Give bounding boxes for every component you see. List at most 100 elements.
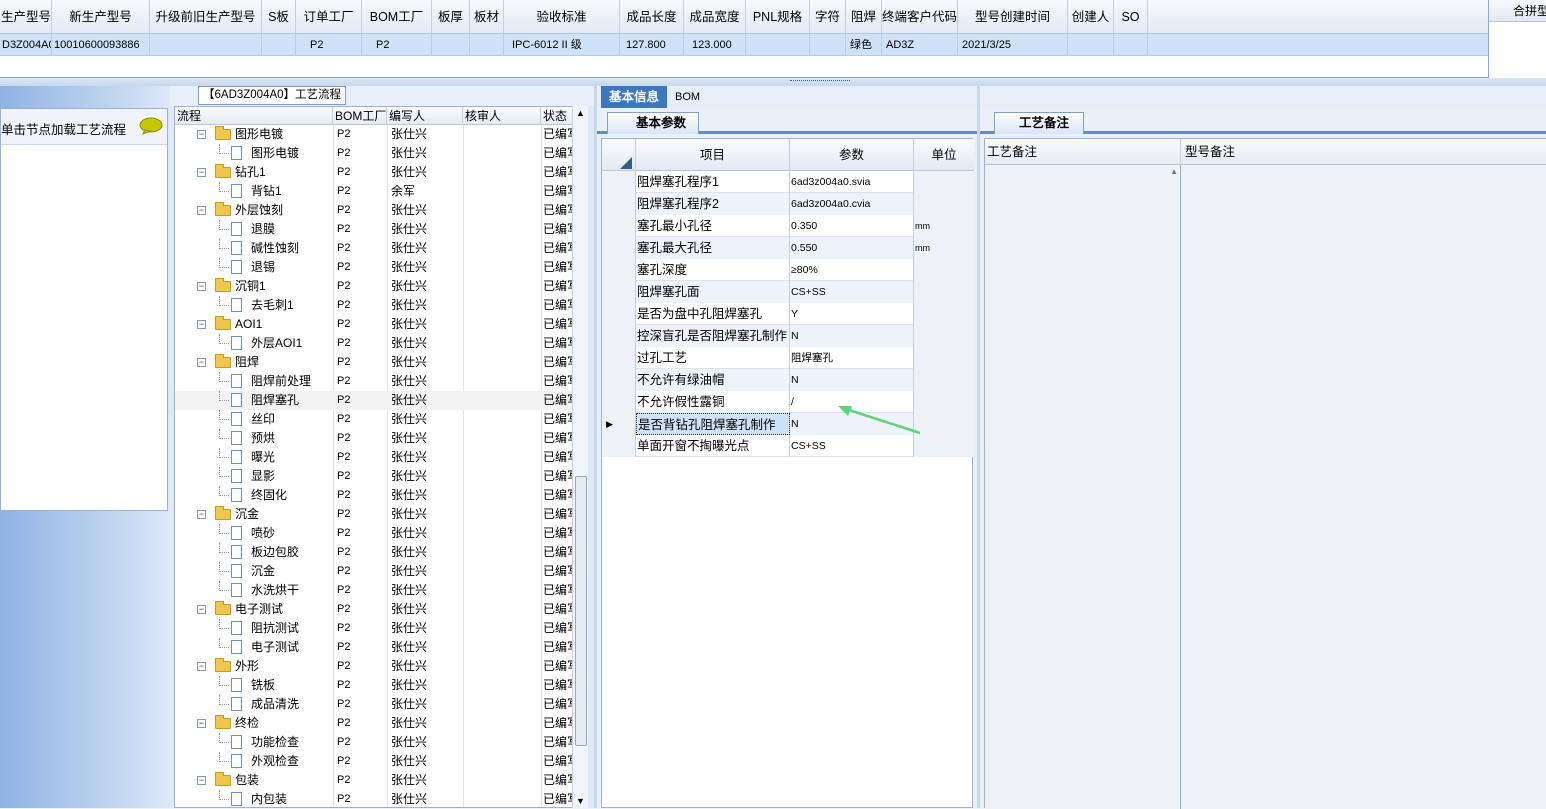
- param-value[interactable]: 0.550: [790, 237, 914, 259]
- collapse-icon[interactable]: −: [197, 662, 206, 671]
- col-header-unit[interactable]: 单位: [914, 139, 974, 171]
- table-cell[interactable]: [810, 34, 846, 56]
- table-cell[interactable]: P2: [296, 34, 362, 56]
- flow-tree-node[interactable]: 沉金 P2 张仕兴 已编写: [175, 562, 573, 581]
- col-header[interactable]: 升级前旧生产型号: [150, 0, 262, 34]
- flow-tree-node[interactable]: 终固化 P2 张仕兴 已编写: [175, 486, 573, 505]
- flow-tree-node[interactable]: 电子测试 P2 张仕兴 已编写: [175, 638, 573, 657]
- collapse-icon[interactable]: −: [197, 605, 206, 614]
- flow-tree-node[interactable]: − 沉铜1 P2 张仕兴 已编写: [175, 277, 573, 296]
- flow-tree-node[interactable]: − 包装 P2 张仕兴 已编写: [175, 771, 573, 790]
- tab-process-notes[interactable]: 工艺备注: [994, 112, 1085, 134]
- table-cell[interactable]: [432, 34, 470, 56]
- param-row[interactable]: 过孔工艺 阻焊塞孔: [602, 347, 974, 369]
- collapse-icon[interactable]: −: [197, 510, 206, 519]
- tab-basic-params[interactable]: 基本参数: [607, 112, 700, 134]
- tab-basic-info[interactable]: 基本信息: [601, 86, 668, 108]
- param-value[interactable]: N: [790, 369, 914, 391]
- flow-tree-node[interactable]: 预烘 P2 张仕兴 已编写: [175, 429, 573, 448]
- param-value[interactable]: 0.350: [790, 215, 914, 237]
- row-indicator[interactable]: ▶: [602, 413, 636, 435]
- table-cell[interactable]: 2021/3/25: [958, 34, 1068, 56]
- flow-tree-node[interactable]: 阻抗测试 P2 张仕兴 已编写: [175, 619, 573, 638]
- row-indicator[interactable]: [602, 193, 636, 215]
- col-header-item[interactable]: 项目: [636, 139, 790, 171]
- row-indicator[interactable]: [602, 259, 636, 281]
- scroll-up-icon[interactable]: ▲: [1170, 167, 1178, 176]
- row-indicator[interactable]: [602, 435, 636, 457]
- row-indicator[interactable]: [602, 215, 636, 237]
- table-row[interactable]: D3Z004A0 10010600093886 P2 P2 IPC-6012 II 级1…: [0, 34, 1488, 56]
- param-row[interactable]: 是否为盘中孔阻焊塞孔 Y: [602, 303, 974, 325]
- collapse-icon[interactable]: −: [197, 130, 206, 139]
- table-cell[interactable]: [470, 34, 504, 56]
- collapse-icon[interactable]: −: [197, 168, 206, 177]
- row-indicator[interactable]: [602, 325, 636, 347]
- table-cell[interactable]: D3Z004A0: [0, 34, 52, 56]
- col-header-reviewer[interactable]: 核审人: [463, 107, 541, 125]
- col-header[interactable]: PNL规格: [746, 0, 810, 34]
- col-header[interactable]: 成品宽度: [684, 0, 746, 34]
- param-row[interactable]: 塞孔最小孔径 0.350 mm: [602, 215, 974, 237]
- flow-tree-node[interactable]: 板边包胶 P2 张仕兴 已编写: [175, 543, 573, 562]
- col-header[interactable]: S板: [262, 0, 296, 34]
- collapse-icon[interactable]: −: [197, 206, 206, 215]
- collapse-icon[interactable]: −: [197, 282, 206, 291]
- param-row[interactable]: 塞孔最大孔径 0.550 mm: [602, 237, 974, 259]
- param-value[interactable]: N: [790, 325, 914, 347]
- param-value[interactable]: ≥80%: [790, 259, 914, 281]
- col-header[interactable]: 阻焊: [846, 0, 882, 34]
- flow-tree-node[interactable]: 外观检查 P2 张仕兴 已编写: [175, 752, 573, 771]
- scroll-up-icon[interactable]: ▲: [576, 108, 585, 118]
- param-row[interactable]: 阻焊塞孔程序2 6ad3z004a0.cvia: [602, 193, 974, 215]
- table-cell[interactable]: 123.000: [684, 34, 746, 56]
- flow-tree-node[interactable]: 去毛刺1 P2 张仕兴 已编写: [175, 296, 573, 315]
- table-cell[interactable]: [262, 34, 296, 56]
- param-value[interactable]: Y: [790, 303, 914, 325]
- table-cell[interactable]: [1068, 34, 1114, 56]
- param-row[interactable]: 不允许有绿油帽 N: [602, 369, 974, 391]
- flow-tree-node[interactable]: 曝光 P2 张仕兴 已编写: [175, 448, 573, 467]
- flow-tree-node[interactable]: 喷砂 P2 张仕兴 已编写: [175, 524, 573, 543]
- param-value[interactable]: 6ad3z004a0.cvia: [790, 193, 914, 215]
- row-indicator[interactable]: [602, 347, 636, 369]
- row-indicator[interactable]: [602, 391, 636, 413]
- param-value[interactable]: 阻焊塞孔: [790, 347, 914, 369]
- collapse-icon[interactable]: −: [197, 320, 206, 329]
- model-notes-field[interactable]: [1181, 165, 1546, 809]
- param-value[interactable]: 6ad3z004a0.svia: [790, 171, 914, 193]
- flow-tree-node[interactable]: 丝印 P2 张仕兴 已编写: [175, 410, 573, 429]
- col-header[interactable]: 终端客户代码: [882, 0, 958, 34]
- flow-tree-node[interactable]: − 阻焊 P2 张仕兴 已编写: [175, 353, 573, 372]
- speech-bubble-icon[interactable]: [139, 117, 163, 135]
- col-header[interactable]: 订单工厂: [296, 0, 362, 34]
- col-header-model-notes[interactable]: 型号备注: [1183, 139, 1546, 165]
- flow-tree-node[interactable]: 阻焊塞孔 P2 张仕兴 已编写: [175, 391, 573, 410]
- col-header-flow[interactable]: 流程: [175, 107, 333, 125]
- row-indicator[interactable]: [602, 171, 636, 193]
- collapse-icon[interactable]: −: [197, 776, 206, 785]
- row-indicator[interactable]: [602, 303, 636, 325]
- flow-tree-node[interactable]: − 电子测试 P2 张仕兴 已编写: [175, 600, 573, 619]
- flow-scrollbar[interactable]: ▲ ▼: [572, 106, 588, 808]
- param-row[interactable]: 控深盲孔是否阻焊塞孔制作 N: [602, 325, 974, 347]
- flow-tree-node[interactable]: 退膜 P2 张仕兴 已编写: [175, 220, 573, 239]
- col-header[interactable]: 生产型号: [0, 0, 52, 34]
- param-row[interactable]: 阻焊塞孔程序1 6ad3z004a0.svia: [602, 171, 974, 193]
- col-header-status[interactable]: 状态: [541, 107, 573, 125]
- table-cell[interactable]: [1114, 34, 1148, 56]
- table-cell[interactable]: AD3Z: [882, 34, 958, 56]
- table-cell[interactable]: 10010600093886: [52, 34, 150, 56]
- flow-tree-node[interactable]: 显影 P2 张仕兴 已编写: [175, 467, 573, 486]
- flow-tree-node[interactable]: − 图形电镀 P2 张仕兴 已编写: [175, 125, 573, 144]
- col-header[interactable]: 验收标准: [504, 0, 620, 34]
- col-header[interactable]: 新生产型号: [52, 0, 150, 34]
- flow-tree-node[interactable]: 背钻1 P2 余军 已编写: [175, 182, 573, 201]
- flow-tree-node[interactable]: 退锡 P2 张仕兴 已编写: [175, 258, 573, 277]
- flow-tree-node[interactable]: 成品清洗 P2 张仕兴 已编写: [175, 695, 573, 714]
- flow-tree-node[interactable]: 图形电镀 P2 张仕兴 已编写: [175, 144, 573, 163]
- col-header[interactable]: BOM工厂: [362, 0, 432, 34]
- flow-tree-node[interactable]: − AOI1 P2 张仕兴 已编写: [175, 315, 573, 334]
- tab-bom[interactable]: BOM: [667, 86, 708, 108]
- collapse-icon[interactable]: −: [197, 358, 206, 367]
